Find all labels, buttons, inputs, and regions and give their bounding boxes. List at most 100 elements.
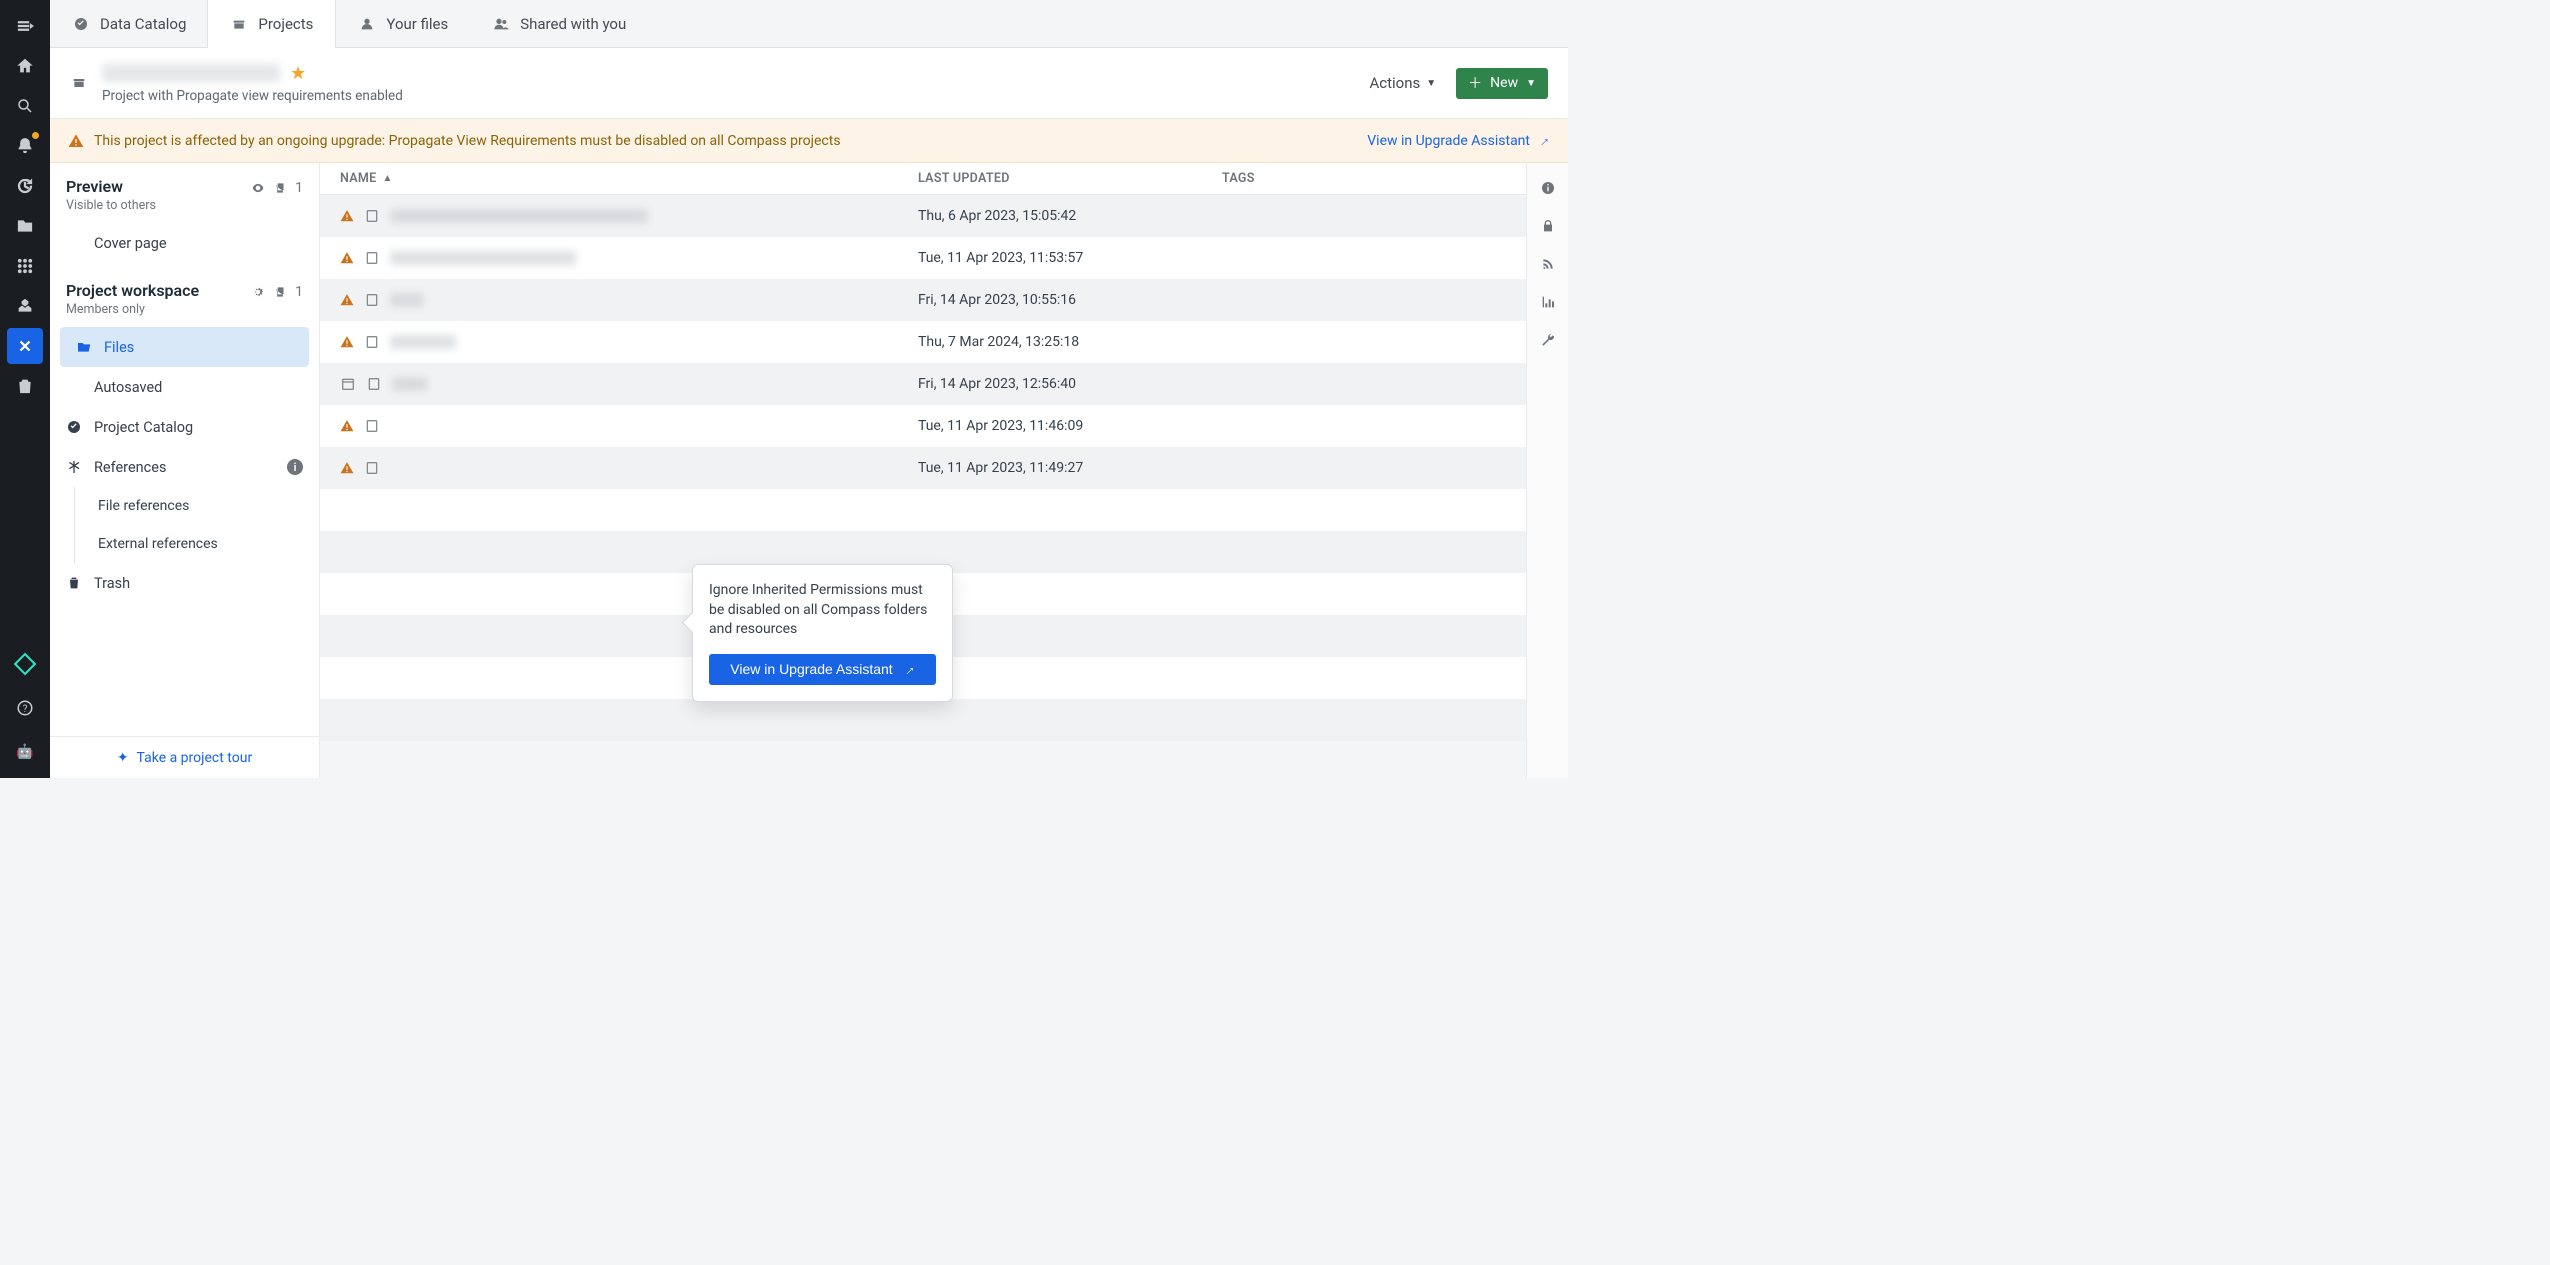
preview-title: Preview <box>66 177 156 196</box>
sidebar-item-files[interactable]: Files <box>60 327 309 367</box>
new-button[interactable]: ＋ New ▼ <box>1456 68 1548 99</box>
filename-redacted <box>392 377 428 391</box>
team-icon[interactable] <box>7 288 43 324</box>
file-type-icon <box>364 334 380 350</box>
column-tags[interactable]: TAGS <box>1222 171 1506 186</box>
notifications-icon[interactable] <box>7 128 43 164</box>
column-name[interactable]: NAME ▲ <box>340 171 918 186</box>
filename-redacted <box>390 251 576 265</box>
sidebar-label: Autosaved <box>94 379 162 396</box>
project-header: ★ Project with Propagate view requiremen… <box>50 48 1568 119</box>
cell-updated: Fri, 14 Apr 2023, 10:55:16 <box>918 292 1222 308</box>
sidebar-item-trash[interactable]: Trash <box>50 563 319 603</box>
cell-updated: Tue, 11 Apr 2023, 11:46:09 <box>918 418 1222 434</box>
chart-icon[interactable] <box>1533 287 1563 317</box>
user-icon <box>358 15 376 33</box>
chevron-down-icon: ▼ <box>1426 78 1436 89</box>
info-icon[interactable] <box>1533 173 1563 203</box>
column-label: NAME <box>340 171 376 186</box>
trash-rail-icon[interactable] <box>7 368 43 404</box>
tab-label: Shared with you <box>520 15 626 33</box>
button-label: View in Upgrade Assistant <box>730 661 892 677</box>
upgrade-tooltip: Ignore Inherited Permissions must be dis… <box>692 564 953 702</box>
sidebar-item-cover[interactable]: Cover page <box>50 223 319 263</box>
actions-menu[interactable]: Actions ▼ <box>1369 74 1436 92</box>
file-type-icon <box>366 376 382 392</box>
warning-icon <box>340 209 354 223</box>
warning-icon <box>340 335 354 349</box>
workspace-subtitle: Members only <box>66 302 199 317</box>
sidebar-item-catalog[interactable]: Project Catalog <box>50 407 319 447</box>
gear-icon[interactable] <box>251 285 265 299</box>
column-updated[interactable]: LAST UPDATED <box>918 171 1222 186</box>
cell-updated: Thu, 6 Apr 2023, 15:05:42 <box>918 208 1222 224</box>
folder-icon[interactable] <box>7 208 43 244</box>
copy-icon[interactable] <box>273 181 287 195</box>
branches-icon[interactable] <box>7 328 43 364</box>
table-row[interactable]: Tue, 11 Apr 2023, 11:46:09 <box>320 405 1526 447</box>
table-row[interactable]: Fri, 14 Apr 2023, 12:56:40 <box>320 363 1526 405</box>
svg-text:?: ? <box>23 704 28 715</box>
users-icon <box>492 15 510 33</box>
lock-icon[interactable] <box>1533 211 1563 241</box>
sidebar-item-autosaved[interactable]: Autosaved <box>50 367 319 407</box>
banner-text: This project is affected by an ongoing u… <box>94 133 841 149</box>
table-row[interactable]: Tue, 11 Apr 2023, 11:49:27 <box>320 447 1526 489</box>
sidebar-item-references[interactable]: References i <box>50 447 319 487</box>
help-icon[interactable]: ? <box>7 690 43 726</box>
sidebar-label: File references <box>98 498 189 514</box>
history-icon[interactable] <box>7 168 43 204</box>
sidebar-label: Trash <box>94 575 130 592</box>
table-row[interactable]: Fri, 14 Apr 2023, 10:55:16 <box>320 279 1526 321</box>
cell-updated: Tue, 11 Apr 2023, 11:53:57 <box>918 250 1222 266</box>
eye-icon[interactable] <box>251 181 265 195</box>
tab-shared[interactable]: Shared with you <box>470 0 648 47</box>
sparkle-icon: ✦ <box>117 750 129 766</box>
folder-open-icon <box>76 339 92 355</box>
warning-icon <box>340 251 354 265</box>
copy-icon[interactable] <box>273 285 287 299</box>
sidebar-item-ext-refs[interactable]: External references <box>50 525 319 563</box>
diamond-icon[interactable] <box>7 646 43 682</box>
banner-link-label: View in Upgrade Assistant <box>1367 133 1530 149</box>
search-icon[interactable] <box>7 88 43 124</box>
asterisk-icon <box>66 459 82 475</box>
warning-icon <box>68 133 84 149</box>
banner-upgrade-link[interactable]: View in Upgrade Assistant → <box>1367 132 1550 149</box>
sidebar-item-file-refs[interactable]: File references <box>50 487 319 525</box>
menu-icon[interactable] <box>7 8 43 44</box>
box-icon <box>230 15 248 33</box>
star-icon[interactable]: ★ <box>290 63 306 84</box>
warning-icon <box>340 293 354 307</box>
file-type-icon <box>364 418 380 434</box>
new-label: New <box>1490 75 1518 91</box>
table-row[interactable]: Tue, 11 Apr 2023, 11:53:57 <box>320 237 1526 279</box>
sidebar-label: Cover page <box>94 235 167 252</box>
sidebar-label: Project Catalog <box>94 419 193 436</box>
upgrade-banner: This project is affected by an ongoing u… <box>50 119 1568 163</box>
table-row[interactable]: Thu, 7 Mar 2024, 13:25:18 <box>320 321 1526 363</box>
sidebar-label: Files <box>104 339 134 356</box>
rss-icon[interactable] <box>1533 249 1563 279</box>
top-tabs: Data Catalog Projects Your files Shared … <box>50 0 1568 48</box>
check-badge-icon <box>66 419 82 435</box>
tab-data-catalog[interactable]: Data Catalog <box>50 0 208 47</box>
home-icon[interactable] <box>7 48 43 84</box>
external-link-icon: → <box>1532 130 1554 152</box>
tab-label: Projects <box>258 15 313 33</box>
table-row[interactable]: Thu, 6 Apr 2023, 15:05:42 <box>320 195 1526 237</box>
apps-icon[interactable] <box>7 248 43 284</box>
tooltip-upgrade-button[interactable]: View in Upgrade Assistant → <box>709 654 936 685</box>
avatar-icon[interactable]: 🤖 <box>7 734 43 770</box>
table-header: NAME ▲ LAST UPDATED TAGS <box>320 163 1526 195</box>
project-tour-link[interactable]: ✦ Take a project tour <box>50 736 319 778</box>
warning-icon <box>340 419 354 433</box>
chevron-down-icon: ▼ <box>1526 78 1536 89</box>
info-icon[interactable]: i <box>287 459 303 475</box>
wrench-icon[interactable] <box>1533 325 1563 355</box>
file-listing: NAME ▲ LAST UPDATED TAGS Thu, 6 Apr 2023… <box>320 163 1526 778</box>
tab-projects[interactable]: Projects <box>207 0 336 47</box>
tab-your-files[interactable]: Your files <box>336 0 470 47</box>
external-link-icon: → <box>897 659 918 680</box>
filename-redacted <box>390 335 456 349</box>
